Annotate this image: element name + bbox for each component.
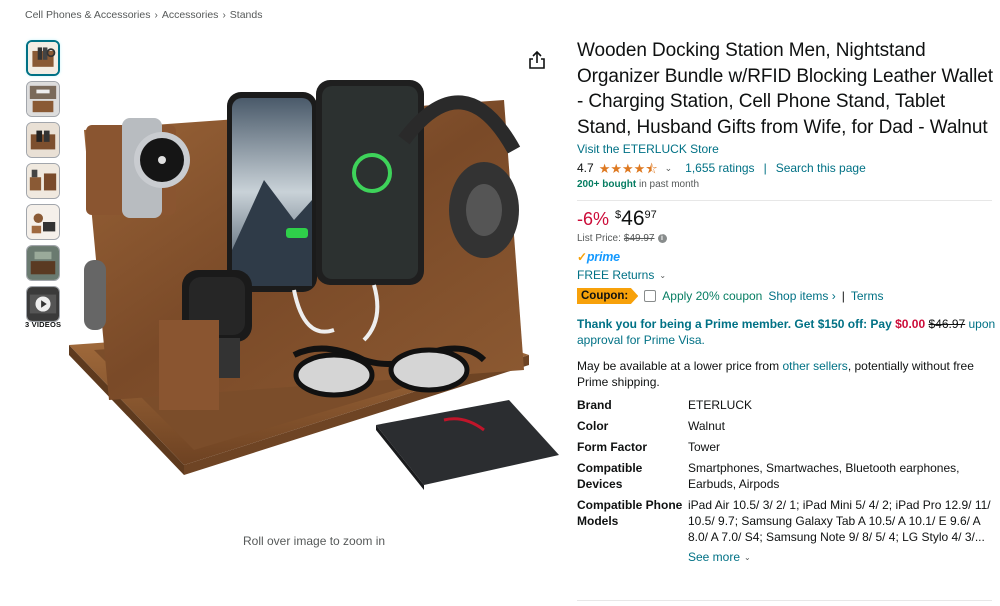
main-product-image[interactable] xyxy=(64,70,564,500)
discount-percent: -6% xyxy=(577,209,610,229)
spec-row: Brand ETERLUCK xyxy=(577,397,997,413)
spec-key: Form Factor xyxy=(577,440,648,454)
coupon-checkbox[interactable] xyxy=(644,290,657,302)
store-link[interactable]: Visit the ETERLUCK Store xyxy=(577,142,719,156)
lower-price-notice: May be available at a lower price from o… xyxy=(577,358,997,390)
spec-value: iPad Air 10.5/ 3/ 2/ 1; iPad Mini 5/ 4/ … xyxy=(688,498,991,544)
shop-items-link[interactable]: Shop items › xyxy=(768,289,835,303)
thumbnail-4[interactable] xyxy=(26,163,60,199)
thumbnail-2[interactable] xyxy=(26,81,60,117)
bought-period: in past month xyxy=(636,179,699,190)
price-fraction: 97 xyxy=(644,209,657,221)
breadcrumb-separator: › xyxy=(222,9,226,21)
list-price: List Price: $49.97 i xyxy=(577,233,997,244)
terms-link[interactable]: Terms xyxy=(851,289,884,303)
spec-value: Walnut xyxy=(688,419,725,433)
thumbnail-1[interactable] xyxy=(26,40,60,76)
prime-offer-text: Thank you for being a Prime member. Get … xyxy=(577,317,896,331)
ratings-count-link[interactable]: 1,655 ratings xyxy=(685,161,754,175)
other-sellers-link[interactable]: other sellers xyxy=(782,359,847,373)
rating-row: 4.7 ★ ★ ★ ★ ⯪ ⌄ 1,655 ratings | Search t… xyxy=(577,161,997,175)
breadcrumb: Cell Phones & Accessories › Accessories … xyxy=(25,9,262,21)
spec-row: Compatible Phone Models iPad Air 10.5/ 3… xyxy=(577,497,997,545)
spec-row: Compatible Devices Smartphones, Smartwac… xyxy=(577,460,997,492)
prime-visa-link[interactable]: approval for Prime Visa. xyxy=(577,333,705,347)
free-returns-link[interactable]: FREE Returns ⌄ xyxy=(577,268,997,282)
see-more-link[interactable]: See more ⌄ xyxy=(688,550,997,564)
coupon-row: Coupon: Apply 20% coupon Shop items › | … xyxy=(577,288,997,304)
separator: | xyxy=(763,161,767,175)
specs-table: Brand ETERLUCK Color Walnut Form Factor … xyxy=(577,397,997,545)
price-row: -6% $ 46 97 xyxy=(577,208,997,230)
rating-value: 4.7 xyxy=(577,161,594,175)
thumbnail-6[interactable] xyxy=(26,245,60,281)
bought-count: 200+ bought xyxy=(577,179,637,190)
spec-row: Form Factor Tower xyxy=(577,439,997,455)
divider xyxy=(577,600,992,601)
chevron-down-icon: ⌄ xyxy=(744,552,751,562)
spec-key: Compatible Devices xyxy=(577,461,643,491)
chevron-down-icon: ⌄ xyxy=(659,270,667,280)
spec-row: Color Walnut xyxy=(577,418,997,434)
share-icon[interactable] xyxy=(528,50,546,70)
bought-info: 200+ bought in past month xyxy=(577,179,997,190)
star-half-icon: ⯪ xyxy=(645,160,658,176)
zoom-hint: Roll over image to zoom in xyxy=(243,534,386,548)
lower-price-text: May be available at a lower price from xyxy=(577,359,783,373)
prime-badge: ✓ prime xyxy=(577,250,997,264)
info-icon[interactable]: i xyxy=(657,234,667,243)
search-page-link[interactable]: Search this page xyxy=(776,161,866,175)
thumbnail-5[interactable] xyxy=(26,204,60,240)
prime-visa-offer: Thank you for being a Prime member. Get … xyxy=(577,316,997,348)
thumbnail-3[interactable] xyxy=(26,122,60,158)
breadcrumb-stands[interactable]: Stands xyxy=(230,9,263,21)
price-whole: 46 xyxy=(621,207,645,230)
free-returns-label: FREE Returns xyxy=(577,268,655,282)
thumbnail-video[interactable] xyxy=(26,286,60,322)
spec-key: Color xyxy=(577,419,609,433)
pay-price: $0.00 xyxy=(895,317,926,331)
check-icon: ✓ xyxy=(577,250,587,264)
coupon-badge: Coupon: xyxy=(577,288,639,304)
spec-key: Compatible Phone Models xyxy=(577,498,683,528)
breadcrumb-cell-phones[interactable]: Cell Phones & Accessories xyxy=(25,9,150,21)
divider xyxy=(577,200,992,201)
star-icon: ★ xyxy=(598,160,611,176)
product-details: Wooden Docking Station Men, Nightstand O… xyxy=(577,38,997,564)
breadcrumb-separator: › xyxy=(154,9,158,21)
star-icon: ★ xyxy=(622,160,634,176)
product-title: Wooden Docking Station Men, Nightstand O… xyxy=(577,40,993,138)
prime-upon: upon xyxy=(965,317,996,331)
star-icon: ★ xyxy=(610,160,622,176)
separator: | xyxy=(841,289,845,303)
thumbnail-strip xyxy=(26,40,62,322)
prime-label: prime xyxy=(586,250,620,264)
breadcrumb-accessories[interactable]: Accessories xyxy=(162,9,219,21)
spec-value: ETERLUCK xyxy=(688,398,753,412)
videos-label: 3 VIDEOS xyxy=(25,320,62,329)
spec-value: Smartphones, Smartwaches, Bluetooth earp… xyxy=(688,461,960,491)
spec-value: Tower xyxy=(688,440,721,454)
see-more-label: See more xyxy=(688,550,741,564)
star-icon: ★ xyxy=(633,160,646,176)
apply-coupon-label[interactable]: Apply 20% coupon xyxy=(662,289,762,303)
list-price-label: List Price: xyxy=(577,233,621,244)
list-price-value: $49.97 xyxy=(623,233,655,244)
spec-key: Brand xyxy=(577,398,612,412)
chevron-down-icon[interactable]: ⌄ xyxy=(665,163,673,174)
rating-stars[interactable]: ★ ★ ★ ★ ⯪ xyxy=(599,162,658,175)
prime-old-price: $46.97 xyxy=(928,317,966,331)
